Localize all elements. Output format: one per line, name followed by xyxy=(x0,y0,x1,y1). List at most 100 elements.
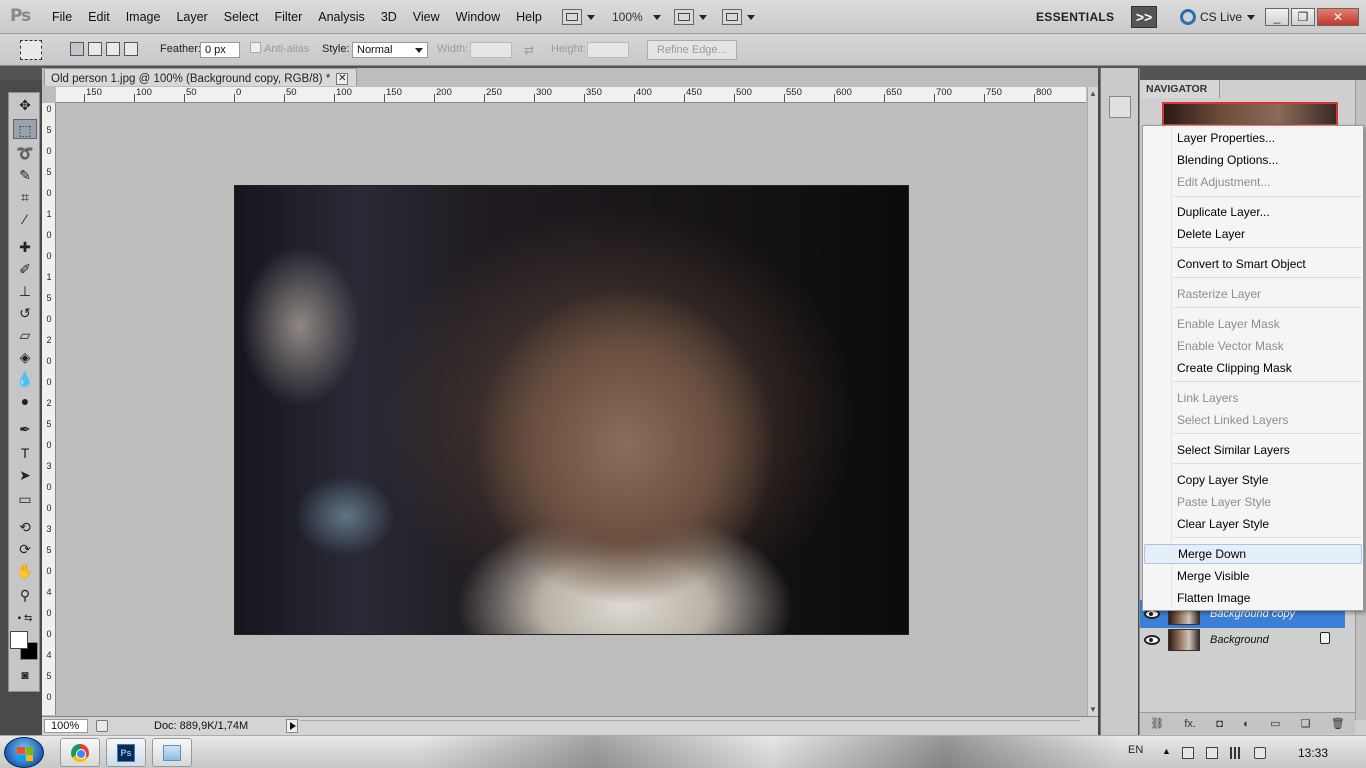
menu-select[interactable]: Select xyxy=(224,10,259,24)
menu-image[interactable]: Image xyxy=(126,10,161,24)
dodge-tool-icon[interactable]: ● xyxy=(13,391,37,411)
volume-icon[interactable] xyxy=(1254,747,1266,759)
folder-icon[interactable]: ▭ xyxy=(1270,717,1280,730)
menu-file[interactable]: File xyxy=(52,10,72,24)
eraser-tool-icon[interactable]: ▱ xyxy=(13,325,37,345)
width-input[interactable] xyxy=(470,42,512,58)
style-select[interactable]: Normal xyxy=(352,42,428,58)
horizontal-ruler[interactable]: 150 100 50 0 50 100 150 200 250 300 350 400 450 500 55… xyxy=(56,87,1086,103)
trash-icon[interactable]: 🗑 xyxy=(1331,717,1345,730)
swap-icon[interactable]: ⇄ xyxy=(524,43,534,57)
menu-filter[interactable]: Filter xyxy=(274,10,302,24)
quick-selection-tool-icon[interactable]: ✎ xyxy=(13,165,37,185)
menu-view[interactable]: View xyxy=(413,10,440,24)
arrange-documents-button[interactable] xyxy=(674,8,707,26)
menu-edit[interactable]: Edit xyxy=(88,10,110,24)
3d-orbit-tool-icon[interactable]: ⟳ xyxy=(13,539,37,559)
zoom-field[interactable]: 100% xyxy=(44,719,88,733)
zoom-level-dropdown[interactable]: 100% xyxy=(612,8,661,26)
quick-mask-icon[interactable]: ◙ xyxy=(13,665,37,685)
show-hidden-icons[interactable]: ▲ xyxy=(1162,746,1174,758)
menu-3d[interactable]: 3D xyxy=(381,10,397,24)
adjustment-icon[interactable]: ◐ xyxy=(1243,718,1250,730)
eyedropper-tool-icon[interactable]: ⁄ xyxy=(13,209,37,229)
menu-item-select-similar-layers[interactable]: Select Similar Layers xyxy=(1144,440,1362,460)
menu-help[interactable]: Help xyxy=(516,10,542,24)
fx-icon[interactable]: fx. xyxy=(1184,718,1196,730)
photoshop-taskbar-button[interactable]: Ps xyxy=(106,738,146,767)
hand-tool-icon[interactable]: ✋ xyxy=(13,561,37,581)
document-tab[interactable]: Old person 1.jpg @ 100% (Background copy… xyxy=(44,68,358,86)
menu-item-flatten-image[interactable]: Flatten Image xyxy=(1144,588,1362,608)
scroll-up-icon[interactable]: ▲ xyxy=(1089,89,1097,98)
paint-bucket-tool-icon[interactable]: ◈ xyxy=(13,347,37,367)
default-colors-icon[interactable]: ▪ ⇆ xyxy=(13,609,37,629)
clone-stamp-tool-icon[interactable]: ⊥ xyxy=(13,281,37,301)
marquee-tool-icon[interactable]: ⬚ xyxy=(13,119,37,139)
navigator-tab[interactable]: NAVIGATOR xyxy=(1140,80,1220,98)
close-button[interactable]: ✕ xyxy=(1317,8,1359,26)
canvas-area[interactable] xyxy=(57,104,1087,716)
screen-mode-button[interactable] xyxy=(722,8,755,26)
pen-tool-icon[interactable]: ✒ xyxy=(13,419,37,439)
healing-brush-tool-icon[interactable]: ✚ xyxy=(13,237,37,257)
new-selection-mode[interactable] xyxy=(70,42,84,56)
mask-icon[interactable]: ◘ xyxy=(1216,718,1223,730)
menu-item-merge-down[interactable]: Merge Down xyxy=(1144,544,1362,564)
new-layer-icon[interactable]: ❏ xyxy=(1301,717,1311,730)
3d-rotate-tool-icon[interactable]: ⟲ xyxy=(13,517,37,537)
type-tool-icon[interactable]: T xyxy=(13,443,37,463)
intersect-selection-mode[interactable] xyxy=(124,42,138,56)
feather-input[interactable]: 0 px xyxy=(200,42,240,58)
eye-icon[interactable] xyxy=(1144,635,1160,645)
vertical-scrollbar[interactable]: ▲ ▼ xyxy=(1087,87,1098,716)
restore-button[interactable]: ❐ xyxy=(1291,8,1315,26)
menu-item-create-clipping-mask[interactable]: Create Clipping Mask xyxy=(1144,358,1362,378)
language-indicator[interactable]: EN xyxy=(1128,744,1143,756)
network-icon[interactable] xyxy=(1230,747,1242,759)
zoom-tool-icon[interactable]: ⚲ xyxy=(13,585,37,605)
photo-canvas[interactable] xyxy=(234,185,909,635)
menu-item-duplicate-layer[interactable]: Duplicate Layer... xyxy=(1144,202,1362,222)
menu-item-delete-layer[interactable]: Delete Layer xyxy=(1144,224,1362,244)
menu-item-blending-options[interactable]: Blending Options... xyxy=(1144,150,1362,170)
history-brush-tool-icon[interactable]: ↺ xyxy=(13,303,37,323)
menu-window[interactable]: Window xyxy=(456,10,500,24)
path-selection-tool-icon[interactable]: ➤ xyxy=(13,465,37,485)
move-tool-icon[interactable]: ✥ xyxy=(13,95,37,115)
blur-tool-icon[interactable]: 💧 xyxy=(13,369,37,389)
launch-bridge-button[interactable] xyxy=(562,8,595,26)
chrome-taskbar-button[interactable] xyxy=(60,738,100,767)
close-tab-icon[interactable]: ✕ xyxy=(336,72,349,85)
navigator-thumbnail[interactable] xyxy=(1162,102,1338,126)
crop-tool-icon[interactable]: ⌗ xyxy=(13,187,37,207)
horizontal-scrollbar[interactable] xyxy=(300,720,1080,732)
menu-layer[interactable]: Layer xyxy=(176,10,207,24)
panel-collapse-strip[interactable] xyxy=(1140,68,1366,80)
link-icon[interactable]: ⛓ xyxy=(1150,717,1164,730)
menu-item-copy-layer-style[interactable]: Copy Layer Style xyxy=(1144,470,1362,490)
history-panel-icon[interactable] xyxy=(1109,96,1131,118)
menu-item-convert-to-smart-object[interactable]: Convert to Smart Object xyxy=(1144,254,1362,274)
scroll-down-icon[interactable]: ▼ xyxy=(1089,705,1097,714)
brush-tool-icon[interactable]: ✐ xyxy=(13,259,37,279)
workspace-switcher[interactable]: ESSENTIALS xyxy=(1036,10,1114,24)
height-input[interactable] xyxy=(587,42,629,58)
status-menu-arrow[interactable] xyxy=(286,719,298,733)
explorer-taskbar-button[interactable] xyxy=(152,738,192,767)
menu-item-layer-properties[interactable]: Layer Properties... xyxy=(1144,128,1362,148)
add-selection-mode[interactable] xyxy=(88,42,102,56)
clock[interactable]: 13:33 xyxy=(1298,746,1328,760)
anti-alias-checkbox[interactable] xyxy=(250,42,261,53)
menu-item-clear-layer-style[interactable]: Clear Layer Style xyxy=(1144,514,1362,534)
start-button[interactable] xyxy=(4,737,44,768)
workspace-more-button[interactable]: >> xyxy=(1131,6,1157,28)
foreground-color-swatch[interactable] xyxy=(10,631,28,649)
shape-tool-icon[interactable]: ▭ xyxy=(13,489,37,509)
layer-row[interactable]: Background xyxy=(1140,626,1345,654)
subtract-selection-mode[interactable] xyxy=(106,42,120,56)
menu-item-merge-visible[interactable]: Merge Visible xyxy=(1144,566,1362,586)
refine-edge-button[interactable]: Refine Edge... xyxy=(647,40,737,60)
device-icon[interactable] xyxy=(1206,747,1218,759)
tool-preset-picker[interactable] xyxy=(20,40,42,60)
